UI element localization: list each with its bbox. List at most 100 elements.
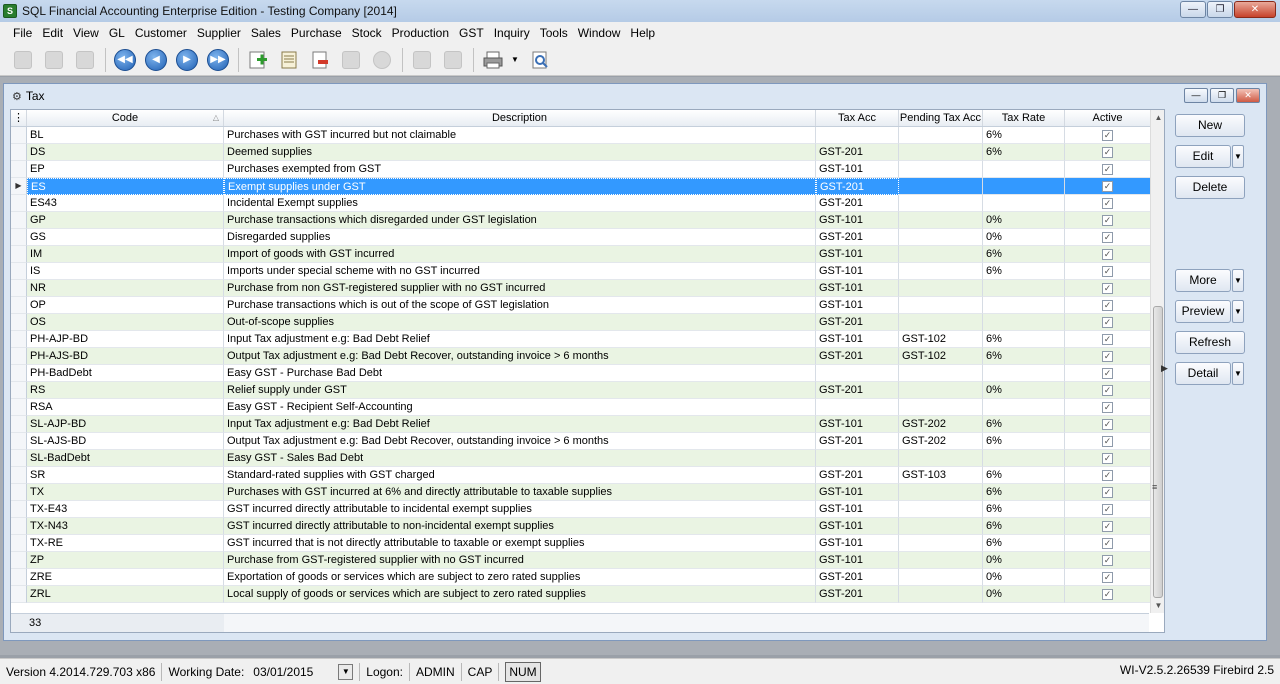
menu-tools[interactable]: Tools: [539, 25, 569, 41]
edit-button[interactable]: Edit: [1175, 145, 1231, 168]
active-checkbox[interactable]: ✓: [1102, 401, 1113, 413]
table-row[interactable]: NR Purchase from non GST-registered suppl…: [11, 280, 1151, 297]
column-header-pending-tax-acc[interactable]: Pending Tax Acc: [899, 110, 983, 126]
column-header-tax-acc[interactable]: Tax Acc: [816, 110, 899, 126]
save-icon[interactable]: [338, 47, 364, 73]
table-row[interactable]: DS Deemed supplies GST-201 6% ✓: [11, 144, 1151, 161]
menu-inquiry[interactable]: Inquiry: [493, 25, 531, 41]
table-row[interactable]: BL Purchases with GST incurred but not cl…: [11, 127, 1151, 144]
edit-icon[interactable]: [276, 47, 302, 73]
table-row[interactable]: ▶ ES Exempt supplies under GST GST-201 ✓: [11, 178, 1151, 195]
copy-icon[interactable]: [41, 47, 67, 73]
menu-production[interactable]: Production: [391, 25, 450, 41]
active-checkbox[interactable]: ✓: [1102, 367, 1113, 379]
splitter-grip-icon[interactable]: ≡: [1152, 482, 1157, 492]
menu-edit[interactable]: Edit: [41, 25, 64, 41]
active-checkbox[interactable]: ✓: [1102, 231, 1113, 243]
prior-record-icon[interactable]: ◀: [143, 47, 169, 73]
child-close-icon[interactable]: ✕: [1236, 88, 1260, 103]
table-row[interactable]: PH-BadDebt Easy GST - Purchase Bad Debt ✓: [11, 365, 1151, 382]
active-checkbox[interactable]: ✓: [1102, 316, 1113, 328]
child-minimize-icon[interactable]: —: [1184, 88, 1208, 103]
table-row[interactable]: GS Disregarded supplies GST-201 0% ✓: [11, 229, 1151, 246]
menu-help[interactable]: Help: [629, 25, 656, 41]
table-row[interactable]: SL-AJP-BD Input Tax adjustment e.g: Bad D…: [11, 416, 1151, 433]
menu-sales[interactable]: Sales: [250, 25, 282, 41]
table-row[interactable]: IM Import of goods with GST incurred GST-1…: [11, 246, 1151, 263]
next-record-icon[interactable]: ▶: [174, 47, 200, 73]
menu-view[interactable]: View: [72, 25, 100, 41]
active-checkbox[interactable]: ✓: [1102, 265, 1113, 277]
active-checkbox[interactable]: ✓: [1102, 537, 1113, 549]
column-header-description[interactable]: Description: [224, 110, 816, 126]
paste-icon[interactable]: [72, 47, 98, 73]
table-row[interactable]: OP Purchase transactions which is out of …: [11, 297, 1151, 314]
new-button[interactable]: New: [1175, 114, 1245, 137]
table-row[interactable]: TX-RE GST incurred that is not directly a…: [11, 535, 1151, 552]
table-row[interactable]: PH-AJP-BD Input Tax adjustment e.g: Bad D…: [11, 331, 1151, 348]
detail-dropdown-icon[interactable]: ▼: [1232, 362, 1244, 385]
preview-dropdown-icon[interactable]: ▼: [1232, 300, 1244, 323]
last-record-icon[interactable]: ▶▶: [205, 47, 231, 73]
active-checkbox[interactable]: ✓: [1102, 503, 1113, 515]
detail-button[interactable]: Detail: [1175, 362, 1231, 385]
active-checkbox[interactable]: ✓: [1102, 486, 1113, 498]
menu-customer[interactable]: Customer: [134, 25, 188, 41]
active-checkbox[interactable]: ✓: [1102, 469, 1113, 481]
print-dropdown-icon[interactable]: ▼: [511, 55, 519, 64]
active-checkbox[interactable]: ✓: [1102, 299, 1113, 311]
working-date-dropdown-icon[interactable]: ▼: [338, 663, 354, 680]
table-row[interactable]: IS Imports under special scheme with no G…: [11, 263, 1151, 280]
more-dropdown-icon[interactable]: ▼: [1232, 269, 1244, 292]
working-date-field[interactable]: 03/01/2015: [250, 664, 336, 680]
scroll-up-icon[interactable]: ▲: [1151, 110, 1164, 125]
table-row[interactable]: ZP Purchase from GST-registered supplier …: [11, 552, 1151, 569]
scrollbar-thumb[interactable]: [1153, 306, 1163, 598]
menu-file[interactable]: File: [12, 25, 33, 41]
table-row[interactable]: ZRL Local supply of goods or services whi…: [11, 586, 1151, 603]
first-record-icon[interactable]: ◀◀: [112, 47, 138, 73]
active-checkbox[interactable]: ✓: [1102, 214, 1113, 226]
delete-button[interactable]: Delete: [1175, 176, 1245, 199]
table-row[interactable]: ES43 Incidental Exempt supplies GST-201 ✓: [11, 195, 1151, 212]
table-row[interactable]: EP Purchases exempted from GST GST-101 ✓: [11, 161, 1151, 178]
table-row[interactable]: RSA Easy GST - Recipient Self-Accounting ✓: [11, 399, 1151, 416]
refresh-button[interactable]: Refresh: [1175, 331, 1245, 354]
print-preview-icon[interactable]: [527, 47, 553, 73]
cancel-icon[interactable]: [369, 47, 395, 73]
find-icon[interactable]: [409, 47, 435, 73]
panel-collapse-icon[interactable]: ▶: [1161, 363, 1168, 374]
active-checkbox[interactable]: ✓: [1102, 129, 1113, 141]
restore-icon[interactable]: ❐: [1207, 1, 1233, 18]
more-button[interactable]: More: [1175, 269, 1231, 292]
active-checkbox[interactable]: ✓: [1102, 554, 1113, 566]
edit-dropdown-icon[interactable]: ▼: [1232, 145, 1244, 168]
scroll-down-icon[interactable]: ▼: [1151, 598, 1164, 613]
table-row[interactable]: ZRE Exportation of goods or services whic…: [11, 569, 1151, 586]
active-checkbox[interactable]: ✓: [1102, 588, 1113, 600]
active-checkbox[interactable]: ✓: [1102, 520, 1113, 532]
child-restore-icon[interactable]: ❐: [1210, 88, 1234, 103]
active-checkbox[interactable]: ✓: [1102, 571, 1113, 583]
table-row[interactable]: SL-BadDebt Easy GST - Sales Bad Debt ✓: [11, 450, 1151, 467]
print-icon[interactable]: [480, 47, 506, 73]
table-row[interactable]: TX-N43 GST incurred directly attributable…: [11, 518, 1151, 535]
vertical-scrollbar[interactable]: ▲ ▼: [1150, 110, 1164, 613]
menu-gst[interactable]: GST: [458, 25, 485, 41]
active-checkbox[interactable]: ✓: [1102, 197, 1113, 209]
column-header-tax-rate[interactable]: Tax Rate: [983, 110, 1065, 126]
active-checkbox[interactable]: ✓: [1102, 435, 1113, 447]
active-checkbox[interactable]: ✓: [1102, 350, 1113, 362]
delete-icon[interactable]: [307, 47, 333, 73]
menu-purchase[interactable]: Purchase: [290, 25, 343, 41]
menu-supplier[interactable]: Supplier: [196, 25, 242, 41]
table-row[interactable]: PH-AJS-BD Output Tax adjustment e.g: Bad …: [11, 348, 1151, 365]
table-row[interactable]: RS Relief supply under GST GST-201 0% ✓: [11, 382, 1151, 399]
preview-button[interactable]: Preview: [1175, 300, 1231, 323]
table-row[interactable]: SR Standard-rated supplies with GST charg…: [11, 467, 1151, 484]
active-checkbox[interactable]: ✓: [1102, 384, 1113, 396]
table-row[interactable]: SL-AJS-BD Output Tax adjustment e.g: Bad …: [11, 433, 1151, 450]
active-checkbox[interactable]: ✓: [1102, 282, 1113, 294]
column-header-active[interactable]: Active: [1065, 110, 1151, 126]
refresh-icon[interactable]: [440, 47, 466, 73]
